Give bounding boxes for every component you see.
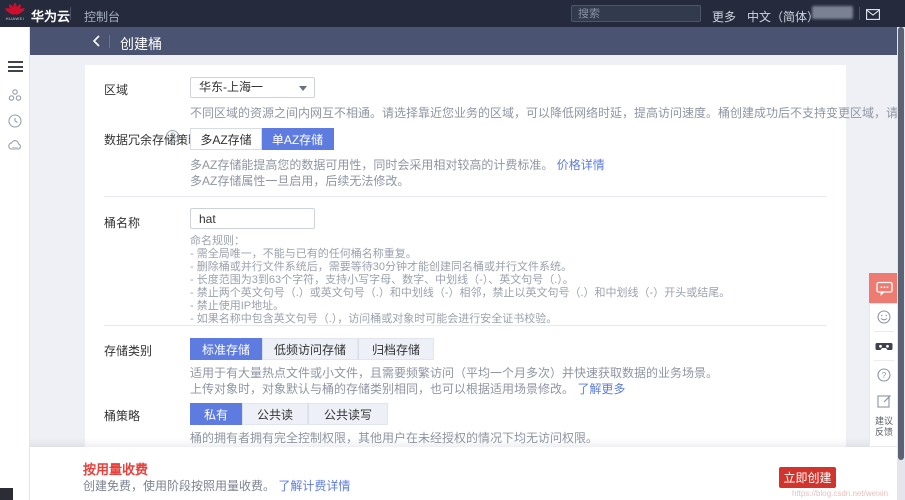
option-archive-storage[interactable]: 归档存储 (358, 338, 434, 360)
smiley-icon (876, 309, 892, 325)
messages-button[interactable] (866, 7, 880, 25)
storage-class-hint1: 适用于有大量热点文件或小文件，且需要频繁访问（平均一个月多次）并快速获取数据的业… (190, 364, 718, 381)
region-selected-value: 华东-上海一 (199, 80, 263, 94)
redundancy-help-icon[interactable]: ? (166, 130, 179, 143)
header-separator (109, 35, 110, 48)
topbar-separator (859, 7, 860, 20)
redundancy-options: 多AZ存储 单AZ存储 (190, 128, 334, 150)
option-private[interactable]: 私有 (190, 403, 242, 425)
top-navbar: HUAWEI 华为云 控制台 更多 中文（简体） (0, 0, 905, 27)
storage-class-hint2: 上传对象时，对象默认与桶的存储类别相同，也可以根据适用场景修改。 了解更多 (190, 380, 625, 397)
global-search[interactable] (571, 5, 701, 22)
storage-class-label: 存储类别 (104, 342, 152, 359)
huawei-logo[interactable]: HUAWEI (4, 2, 26, 25)
option-multi-az[interactable]: 多AZ存储 (190, 128, 262, 150)
toolbar-divider (874, 360, 894, 361)
option-single-az[interactable]: 单AZ存储 (262, 128, 334, 150)
bucket-policy-options: 私有 公共读 公共读写 (190, 403, 388, 425)
watermark-text: https://blog.csdn.net/weixin (792, 489, 888, 498)
clock-icon (7, 113, 23, 129)
feedback-label[interactable]: 建议反馈 (871, 416, 897, 438)
toolbar-divider (874, 331, 894, 332)
naming-rule: - 需全局唯一，不能与已有的任何桶名称重复。 (190, 248, 730, 261)
chat-bubble-icon (876, 281, 893, 296)
help-button[interactable]: ? (870, 362, 898, 388)
satisfaction-survey-button[interactable] (870, 304, 898, 330)
option-standard-storage[interactable]: 标准存储 (190, 338, 262, 360)
region-hint: 不同区域的资源之间内网互不相通。请选择靠近您业务的区域，可以降低网络时延，提高访… (190, 104, 905, 121)
vr-experience-button[interactable] (870, 333, 898, 359)
sidebar-item-cloud[interactable] (7, 138, 23, 159)
language-selector[interactable]: 中文（简体） (747, 8, 819, 25)
region-label: 区域 (104, 81, 128, 98)
billing-details-link[interactable]: 了解计费详情 (278, 479, 350, 493)
scrollbar-thumb[interactable] (898, 27, 904, 460)
brand-name[interactable]: 华为云 (31, 6, 70, 25)
console-link[interactable]: 控制台 (84, 8, 120, 25)
fee-title: 按用量收费 (83, 459, 148, 478)
option-public-read[interactable]: 公共读 (242, 403, 308, 425)
chevron-down-icon (299, 86, 307, 91)
menu-icon[interactable] (8, 61, 23, 72)
chevron-left-icon (88, 32, 106, 50)
create-bucket-page: HUAWEI 华为云 控制台 更多 中文（简体） (0, 0, 905, 500)
learn-more-link[interactable]: 了解更多 (577, 382, 625, 396)
live-chat-button[interactable] (869, 273, 899, 303)
naming-rules: 命名规则： - 需全局唯一，不能与已有的任何桶名称重复。 - 删除桶或并行文件系… (190, 235, 730, 326)
account-name-redacted[interactable] (812, 6, 853, 19)
naming-rule: - 禁止两个英文句号（.）或英文句号（.）和中划线（-）相邻，禁止以英文句号（.… (190, 287, 730, 300)
naming-rule: - 禁止使用IP地址。 (190, 300, 730, 313)
create-now-button[interactable]: 立即创建 (779, 467, 836, 488)
huawei-flower-icon (7, 3, 23, 16)
redundancy-hint1: 多AZ存储能提高您的数据可用性，同时会采用相对较高的计费标准。 价格详情 (190, 156, 605, 173)
sidebar-item-monitor[interactable] (7, 113, 23, 134)
sidebar-item-resources[interactable] (7, 87, 23, 108)
feedback-toolbar: ? 建议反馈 (869, 303, 899, 447)
naming-rule: - 删除桶或并行文件系统后，需要等待30分钟才能创建同名桶或并行文件系统。 (190, 261, 730, 274)
cloud-icon (7, 138, 23, 154)
bucket-policy-label: 桶策略 (104, 407, 140, 424)
bucket-name-input[interactable] (190, 208, 315, 229)
svg-text:?: ? (882, 371, 887, 380)
vr-glasses-icon (875, 340, 893, 353)
option-infrequent-storage[interactable]: 低频访问存储 (262, 338, 358, 360)
left-sidebar (0, 27, 30, 500)
fee-description: 创建免费，使用阶段按照用量收费。 了解计费详情 (83, 477, 350, 494)
region-select[interactable]: 华东-上海一 (190, 77, 315, 98)
screenshot-corner-artifact (0, 488, 13, 500)
topbar-separator (70, 7, 71, 20)
storage-class-hint2-text: 上传对象时，对象默认与桶的存储类别相同，也可以根据适用场景修改。 (190, 382, 574, 396)
search-input[interactable] (578, 8, 720, 20)
resource-group-icon (7, 87, 23, 103)
huawei-logo-caption: HUAWEI (4, 16, 26, 21)
page-title: 创建桶 (120, 34, 162, 54)
option-public-read-write[interactable]: 公共读写 (308, 403, 388, 425)
redundancy-label: 数据冗余存储策略 (104, 131, 200, 148)
create-bucket-form: 区域 华东-上海一 不同区域的资源之间内网互不相通。请选择靠近您业务的区域，可以… (85, 65, 846, 447)
section-divider (104, 325, 826, 326)
bucket-name-label: 桶名称 (104, 214, 140, 231)
feedback-form-button[interactable] (870, 388, 898, 414)
footer-action-bar: 按用量收费 创建免费，使用阶段按照用量收费。 了解计费详情 立即创建 https… (0, 447, 905, 500)
storage-class-options: 标准存储 低频访问存储 归档存储 (190, 338, 434, 360)
section-divider (104, 196, 826, 197)
fee-desc-text: 创建免费，使用阶段按照用量收费。 (83, 479, 275, 493)
page-scrollbar[interactable] (897, 27, 905, 500)
price-details-link[interactable]: 价格详情 (557, 158, 605, 172)
back-button[interactable] (88, 32, 106, 50)
naming-rules-title: 命名规则： (190, 235, 730, 248)
mail-icon (866, 9, 880, 20)
bucket-policy-hint: 桶的拥有者拥有完全控制权限，其他用户在未经授权的情况下均无访问权限。 (190, 429, 598, 446)
page-header-bar: 创建桶 (30, 27, 905, 55)
more-menu[interactable]: 更多 (712, 8, 736, 25)
redundancy-hint1-text: 多AZ存储能提高您的数据可用性，同时会采用相对较高的计费标准。 (190, 158, 553, 172)
edit-form-icon (877, 394, 892, 409)
question-mark-icon: ? (876, 367, 892, 383)
naming-rule: - 长度范围为3到63个字符，支持小写字母、数字、中划线（-）、英文句号（.）。 (190, 274, 730, 287)
redundancy-hint2: 多AZ存储属性一旦启用，后续无法修改。 (190, 172, 409, 189)
